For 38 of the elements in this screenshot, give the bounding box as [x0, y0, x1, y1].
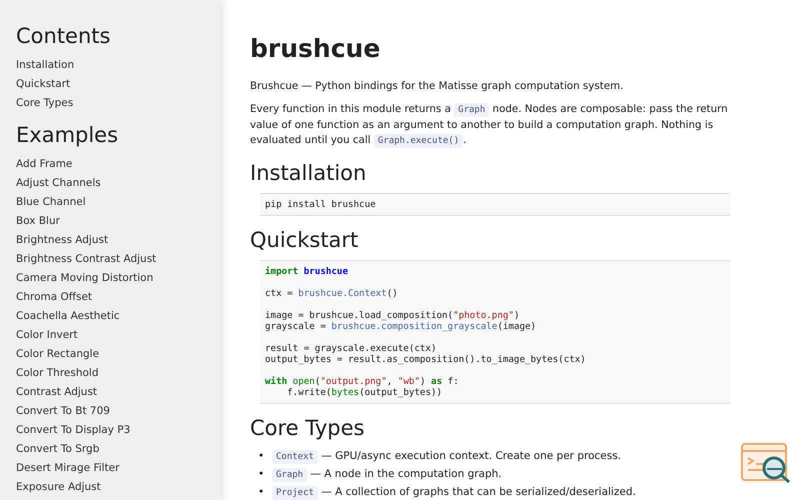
sidebar-link[interactable]: Adjust Channels [16, 177, 101, 189]
code-block: import brushcue ctx = brushcue.Context() image = brushcue.load_composition("photo.png") grayscale = brushcue.composition_grayscale(image) result = grayscale.execute(ctx) output_bytes = result.as_composition().to_image_bytes(ctx) with open("output.png", "wb") as f: f.write(bytes(output_bytes)) [260, 260, 730, 404]
sidebar-link[interactable]: Convert To Display P3 [16, 424, 130, 436]
sidebar-link[interactable]: Color Invert [16, 329, 78, 341]
sidebar-link[interactable]: Convert To Bt 709 [16, 405, 110, 417]
intro-text: Brushcue — Python bindings for the Matisse graph computation system. [250, 79, 624, 94]
sidebar-link[interactable]: Quickstart [16, 78, 70, 90]
section-heading: Core Types [250, 416, 366, 440]
bullet-marker: • [258, 467, 266, 482]
sidebar-link[interactable]: Brightness Adjust [16, 234, 108, 246]
description-paragraph: Every function in this module returns a Graph node. Nodes are composable: pass the return value of one function as an argument to another to build a computation graph. Nothing is evaluated until you call Graph.execute() . [250, 102, 729, 149]
list-item: Project — A collection of graphs that can be serialized/deserialized. [272, 484, 636, 500]
section-heading: Quickstart [250, 228, 360, 252]
bullet-marker: • [258, 485, 266, 500]
sidebar-link[interactable]: Contrast Adjust [16, 386, 98, 398]
sidebar-link[interactable]: Desert Mirage Filter [16, 462, 120, 474]
section-heading: Installation [250, 161, 368, 185]
sidebar-link[interactable]: Coachella Aesthetic [16, 310, 120, 322]
sidebar-heading: Examples [16, 123, 120, 147]
code-search-icon [740, 442, 792, 484]
sidebar-link[interactable]: Brightness Contrast Adjust [16, 253, 156, 265]
sidebar-link[interactable]: Color Threshold [16, 367, 98, 379]
sidebar-link[interactable]: Exposure Adjust [16, 481, 101, 493]
sidebar-link[interactable]: Camera Moving Distortion [16, 272, 154, 284]
sidebar-link[interactable]: Core Types [16, 97, 74, 109]
sidebar-link[interactable]: Box Blur [16, 215, 60, 227]
sidebar-link[interactable]: Chroma Offset [16, 291, 92, 303]
sidebar-heading: Contents [16, 24, 112, 48]
page-title: brushcue [250, 34, 382, 63]
sidebar-link[interactable]: Convert To Srgb [16, 443, 100, 455]
list-item: Graph — A node in the computation graph. [272, 466, 502, 484]
sidebar-link[interactable]: Installation [16, 59, 74, 71]
bullet-marker: • [258, 449, 266, 464]
sidebar-link[interactable]: Blue Channel [16, 196, 86, 208]
sidebar-link[interactable]: Add Frame [16, 158, 72, 170]
code-block: pip install brushcue [260, 193, 730, 216]
list-item: Context — GPU/async execution context. Create one per process. [272, 448, 622, 466]
sidebar-link[interactable]: Color Rectangle [16, 348, 100, 360]
